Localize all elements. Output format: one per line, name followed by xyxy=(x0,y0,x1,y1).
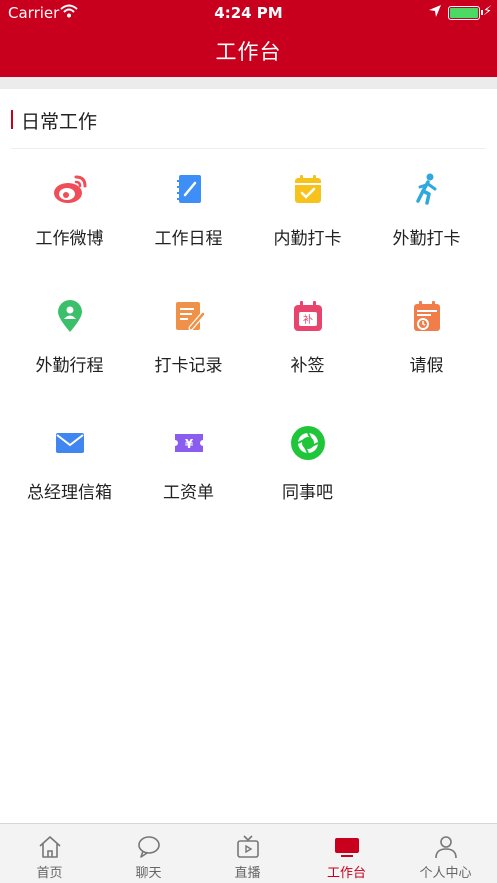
tile-office-checkin[interactable]: 内勤打卡 xyxy=(248,155,367,275)
runner-icon xyxy=(416,173,437,205)
workbench-icon xyxy=(335,838,359,857)
tile-label: 打卡记录 xyxy=(154,356,223,376)
tile-label: 外勤打卡 xyxy=(392,229,461,249)
tile-work-weibo[interactable]: 工作微博 xyxy=(10,155,129,275)
tab-home[interactable]: 首页 xyxy=(0,824,99,883)
calendar-check-icon xyxy=(295,175,321,203)
top-bar: Carrier 4:24 PM ⚡ 工作台 xyxy=(0,0,497,77)
tab-label: 首页 xyxy=(36,866,63,881)
tile-checkin-records[interactable]: 打卡记录 xyxy=(129,282,248,402)
tile-supplement-signin[interactable]: 补 补签 xyxy=(248,282,367,402)
tile-field-checkin[interactable]: 外勤打卡 xyxy=(367,155,486,275)
tab-label: 工作台 xyxy=(326,866,366,881)
tile-gm-mailbox[interactable]: 总经理信箱 xyxy=(10,409,129,529)
tile-payslip[interactable]: ¥ 工资单 xyxy=(129,409,248,529)
tab-workbench[interactable]: 工作台 xyxy=(297,824,396,883)
svg-text:¥: ¥ xyxy=(185,437,194,451)
section-header: 日常工作 xyxy=(0,104,497,134)
location-arrow-icon xyxy=(429,5,441,17)
tile-work-schedule[interactable]: 工作日程 xyxy=(129,155,248,275)
tab-live[interactable]: 直播 xyxy=(198,824,297,883)
tile-leave-request[interactable]: 请假 xyxy=(367,282,486,402)
tile-label: 补签 xyxy=(290,356,325,376)
note-edit-icon xyxy=(176,302,206,331)
bottom-tab-bar: 首页 聊天 直播 工作台 个人中心 xyxy=(0,823,497,883)
notebook-icon xyxy=(177,175,201,203)
tab-label: 个人中心 xyxy=(419,866,472,881)
tab-chat[interactable]: 聊天 xyxy=(99,824,198,883)
aperture-icon xyxy=(291,426,325,460)
tile-label: 请假 xyxy=(409,356,444,376)
status-bar: Carrier 4:24 PM ⚡ xyxy=(0,0,497,26)
tile-label: 内勤打卡 xyxy=(273,229,342,249)
home-icon xyxy=(39,836,61,858)
svg-text:补: 补 xyxy=(303,313,313,326)
tile-label: 外勤行程 xyxy=(35,356,104,376)
page-title: 工作台 xyxy=(215,40,282,64)
section-title: 日常工作 xyxy=(21,111,98,133)
tile-label: 工作微博 xyxy=(35,229,104,249)
tile-label: 总经理信箱 xyxy=(27,483,112,503)
calendar-clock-icon xyxy=(414,301,440,331)
section-accent-bar xyxy=(11,110,13,129)
tab-profile[interactable]: 个人中心 xyxy=(396,824,495,883)
tab-label: 直播 xyxy=(234,866,261,881)
tile-field-itinerary[interactable]: 外勤行程 xyxy=(10,282,129,402)
location-pin-icon xyxy=(58,300,82,332)
tile-label: 工资单 xyxy=(163,483,214,503)
tv-icon xyxy=(237,835,259,858)
chat-icon xyxy=(138,836,160,858)
status-time: 4:24 PM xyxy=(214,4,283,22)
charging-icon: ⚡ xyxy=(483,4,493,19)
header-separator xyxy=(0,77,497,89)
weibo-icon xyxy=(54,175,87,203)
mail-icon xyxy=(56,433,84,453)
section-divider xyxy=(11,148,486,149)
tile-colleague-bar[interactable]: 同事吧 xyxy=(248,409,367,529)
person-icon xyxy=(435,836,457,859)
tile-label: 同事吧 xyxy=(282,483,333,503)
ticket-yen-icon: ¥ xyxy=(175,434,203,452)
tab-label: 聊天 xyxy=(135,866,162,881)
tile-label: 工作日程 xyxy=(154,229,223,249)
calendar-supplement-icon: 补 xyxy=(294,301,322,331)
battery-icon xyxy=(448,6,483,20)
